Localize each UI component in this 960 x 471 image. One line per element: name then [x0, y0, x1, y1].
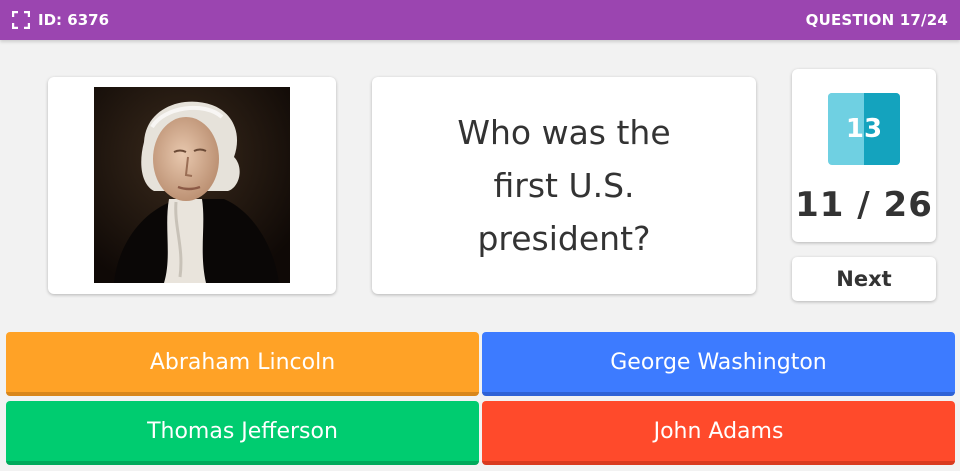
timer-progress-edge — [828, 93, 864, 103]
answer-option-2[interactable]: George Washington — [482, 332, 955, 396]
answer-option-3[interactable]: Thomas Jefferson — [6, 401, 479, 465]
fullscreen-icon[interactable] — [12, 11, 30, 29]
next-button[interactable]: Next — [792, 257, 936, 301]
answer-option-1[interactable]: Abraham Lincoln — [6, 332, 479, 396]
portrait-image — [94, 87, 290, 283]
game-id-label: ID: 6376 — [38, 11, 110, 29]
question-image-card — [48, 77, 336, 294]
timer-badge: 13 — [828, 93, 900, 165]
timer-card: 13 11 / 26 — [792, 69, 936, 242]
answer-label: John Adams — [653, 418, 784, 444]
answer-label: Abraham Lincoln — [149, 349, 336, 375]
game-id[interactable]: ID: 6376 — [12, 11, 109, 29]
question-counter: QUESTION 17/24 — [805, 11, 948, 29]
answer-label: George Washington — [610, 349, 827, 375]
timer-value: 13 — [845, 114, 883, 144]
top-bar: ID: 6376 QUESTION 17/24 — [0, 0, 960, 40]
answer-label: Thomas Jefferson — [147, 418, 338, 444]
question-card: Who was the first U.S. president? — [372, 77, 756, 294]
answer-option-4[interactable]: John Adams — [482, 401, 955, 465]
score: 11 / 26 — [795, 185, 933, 225]
question-text: Who was the first U.S. president? — [457, 113, 671, 258]
